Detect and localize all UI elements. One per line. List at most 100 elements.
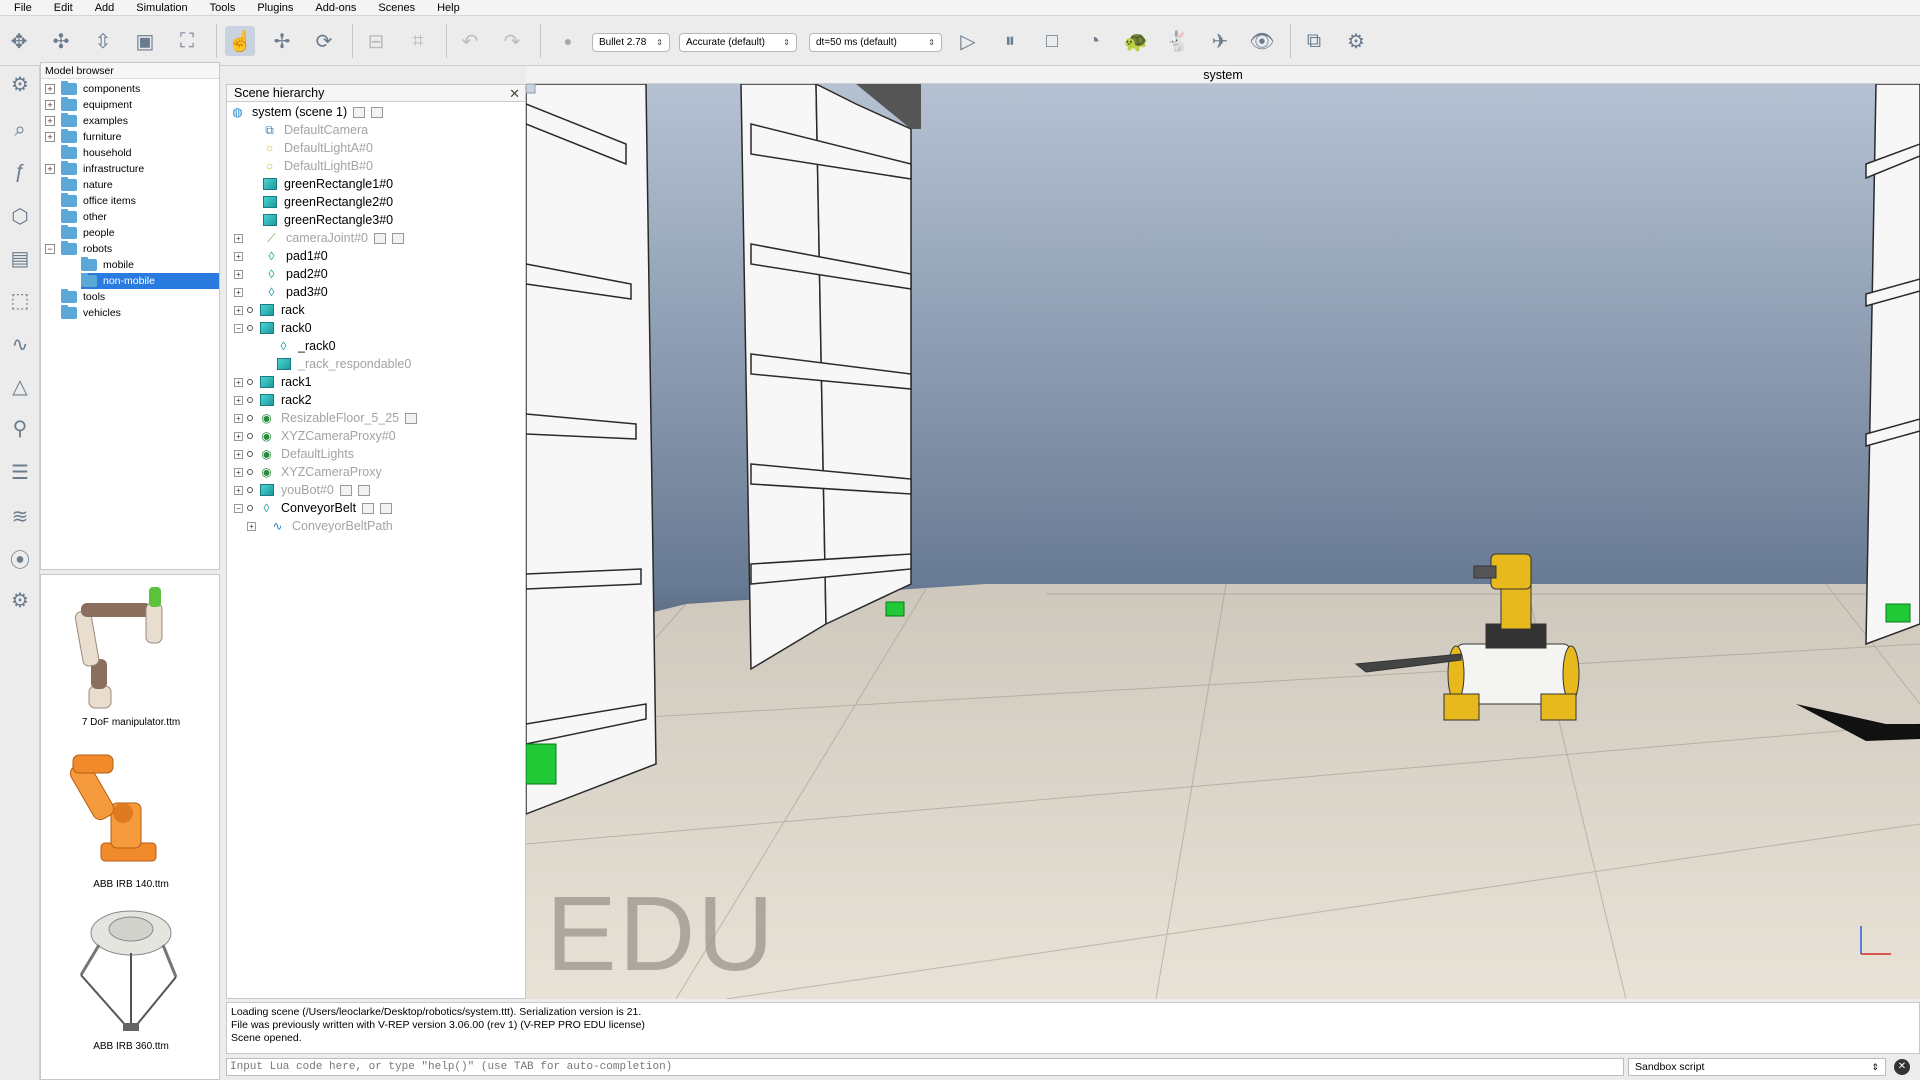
collapse-icon[interactable]: − (45, 244, 55, 254)
page-selector-icon[interactable]: ⚙ (1341, 26, 1371, 56)
click-selection-icon[interactable]: ☝ (225, 26, 255, 56)
camera-shift-icon[interactable]: ⇳ (88, 26, 118, 56)
object-rotate-icon[interactable]: ⟳ (309, 26, 339, 56)
physics-engine-select[interactable]: Bullet 2.78 ⇕ (592, 33, 670, 52)
menu-file[interactable]: File (14, 2, 32, 14)
model-thumbnail-7dof[interactable]: 7 DoF manipulator.ttm (51, 581, 211, 731)
model-folder-examples[interactable]: + examples (45, 113, 128, 129)
model-folder-people[interactable]: people (61, 225, 115, 241)
customization-script-icon[interactable] (380, 502, 393, 514)
scene-item-rack2[interactable]: + rack2 (234, 391, 312, 409)
scene-item-rack0[interactable]: − rack0 (234, 319, 312, 337)
expand-icon[interactable]: + (45, 132, 55, 142)
menu-scenes[interactable]: Scenes (378, 2, 415, 14)
scene-item-pad1[interactable]: + ◊ pad1#0 (234, 247, 328, 265)
scene-item-pad2[interactable]: + ◊ pad2#0 (234, 265, 328, 283)
path-edit-icon[interactable]: ∿ (4, 328, 36, 360)
scene-item-green-rectangle-1[interactable]: greenRectangle1#0 (262, 175, 393, 193)
speed-up-icon[interactable]: 🐇 (1163, 26, 1193, 56)
model-folder-components[interactable]: + components (45, 81, 140, 97)
simulation-settings-icon[interactable]: ⚙ (4, 68, 36, 100)
expand-icon[interactable]: + (45, 164, 55, 174)
expand-icon[interactable]: + (234, 485, 243, 495)
script-select[interactable]: Sandbox script ⇕ (1628, 1058, 1886, 1076)
camera-rotate-icon[interactable]: ✣ (46, 26, 76, 56)
scene-item-default-lights[interactable]: + ◉ DefaultLights (234, 445, 354, 463)
scene-item-pad3[interactable]: + ◊ pad3#0 (234, 283, 328, 301)
search-icon[interactable]: ⌕ (4, 114, 36, 146)
undo-icon[interactable]: ↶ (455, 26, 485, 56)
customization-script-icon[interactable] (371, 106, 384, 118)
model-folder-infrastructure[interactable]: + infrastructure (45, 161, 144, 177)
expand-icon[interactable]: + (234, 233, 243, 243)
collections-icon[interactable]: ⬡ (4, 200, 36, 232)
visualization-icon[interactable]: 👁 (1247, 26, 1277, 56)
model-folder-nature[interactable]: nature (61, 177, 113, 193)
script-icon[interactable] (362, 502, 375, 514)
scene-item-rack0-child[interactable]: ◊ _rack0 (276, 337, 336, 355)
scene-item-default-light-b[interactable]: ○ DefaultLightB#0 (262, 157, 373, 175)
expand-icon[interactable]: + (45, 100, 55, 110)
scene-viewport[interactable]: EDU (526, 84, 1920, 999)
slow-down-icon[interactable]: 🐢 (1121, 26, 1151, 56)
real-time-icon[interactable]: ◔ (1079, 26, 1109, 56)
play-icon[interactable]: ▷ (953, 26, 983, 56)
close-icon[interactable]: ✕ (509, 85, 520, 102)
expand-icon[interactable]: + (234, 467, 243, 477)
transfer-dna-icon[interactable]: ⌗ (403, 26, 433, 56)
scene-item-default-light-a[interactable]: ○ DefaultLightA#0 (262, 139, 373, 157)
collapse-icon[interactable]: − (234, 503, 243, 513)
scene-item-conveyor-belt[interactable]: − ◊ ConveyorBelt (234, 499, 393, 517)
expand-icon[interactable]: + (45, 84, 55, 94)
expand-icon[interactable]: + (234, 431, 243, 441)
menu-help[interactable]: Help (437, 2, 460, 14)
model-folder-office-items[interactable]: office items (61, 193, 136, 209)
lua-input[interactable]: Input Lua code here, or type "help()" (u… (226, 1058, 1624, 1076)
menu-edit[interactable]: Edit (54, 2, 73, 14)
model-folder-robots[interactable]: − robots (45, 241, 112, 257)
scene-selector-icon[interactable]: ⧉ (1299, 26, 1329, 56)
expand-icon[interactable]: + (234, 395, 243, 405)
scene-item-system[interactable]: ◍ system (scene 1) (230, 103, 384, 121)
script-icon[interactable] (353, 106, 366, 118)
user-settings-icon[interactable]: ⚙ (4, 584, 36, 616)
scene-item-rack-respondable0[interactable]: _rack_respondable0 (276, 355, 411, 373)
scene-hierarchy-toggle-icon[interactable]: ☰ (4, 456, 36, 488)
menu-tools[interactable]: Tools (210, 2, 236, 14)
customization-script-icon[interactable] (357, 484, 370, 496)
model-folder-mobile[interactable]: mobile (81, 257, 134, 273)
model-folder-other[interactable]: other (61, 209, 107, 225)
fit-to-view-icon[interactable]: ⛶ (172, 26, 202, 56)
expand-icon[interactable]: + (234, 305, 243, 315)
scene-item-rack[interactable]: + rack (234, 301, 305, 319)
assemble-icon[interactable]: ⊟ (361, 26, 391, 56)
expand-icon[interactable]: + (45, 116, 55, 126)
expand-icon[interactable]: + (234, 449, 243, 459)
timestep-select[interactable]: dt=50 ms (default) ⇕ (809, 33, 942, 52)
calculation-modules-icon[interactable]: ƒ (4, 156, 36, 188)
expand-icon[interactable]: + (234, 251, 243, 261)
scene-item-rack1[interactable]: + rack1 (234, 373, 312, 391)
camera-pan-icon[interactable]: ✥ (4, 26, 34, 56)
layers-icon[interactable]: ≋ (4, 500, 36, 532)
collapse-icon[interactable]: − (234, 323, 243, 333)
selection-icon[interactable]: △ (4, 370, 36, 402)
script-icon[interactable] (374, 232, 386, 244)
shape-edit-icon[interactable]: ⬚ (4, 284, 36, 316)
model-folder-equipment[interactable]: + equipment (45, 97, 132, 113)
menu-simulation[interactable]: Simulation (136, 2, 187, 14)
scene-item-xyz-camera-proxy[interactable]: + ◉ XYZCameraProxy (234, 463, 382, 481)
model-folder-furniture[interactable]: + furniture (45, 129, 122, 145)
scene-item-green-rectangle-3[interactable]: greenRectangle3#0 (262, 211, 393, 229)
script-icon[interactable] (405, 412, 418, 424)
scene-item-conveyor-belt-path[interactable]: + ∿ ConveyorBeltPath (247, 517, 393, 535)
threaded-rendering-icon[interactable]: ✈ (1205, 26, 1235, 56)
model-browser-toggle-icon[interactable]: ⚲ (4, 412, 36, 444)
model-thumbnail-abb-irb-140[interactable]: ABB IRB 140.ttm (51, 743, 211, 893)
model-folder-non-mobile[interactable]: non-mobile (81, 273, 219, 289)
scene-item-resizable-floor[interactable]: + ◉ ResizableFloor_5_25 (234, 409, 418, 427)
expand-icon[interactable]: + (234, 287, 243, 297)
scene-item-green-rectangle-2[interactable]: greenRectangle2#0 (262, 193, 393, 211)
scene-item-default-camera[interactable]: ⧉ DefaultCamera (262, 121, 368, 139)
menu-plugins[interactable]: Plugins (257, 2, 293, 14)
